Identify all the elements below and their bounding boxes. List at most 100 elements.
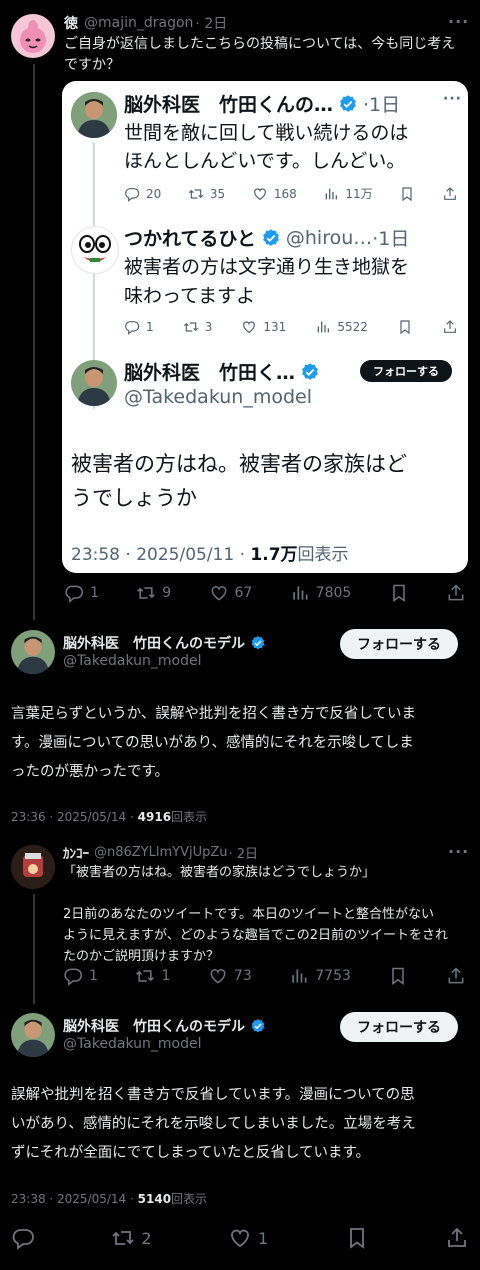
datetime[interactable]: 23:38 · 2025/05/14 · <box>11 1192 138 1206</box>
like-button[interactable]: 67 <box>209 583 252 603</box>
reply-button[interactable]: 20 <box>124 186 161 202</box>
author-name[interactable]: 脳外科医 竹田くんのモデル <box>63 1016 245 1036</box>
avatar-tsukareteru[interactable] <box>71 226 119 274</box>
bookmark-icon <box>389 583 409 603</box>
retweet-button[interactable]: 3 <box>183 319 212 335</box>
retweet-button[interactable]: 1 <box>135 966 170 986</box>
tweet-text: ご自身が返信しましたこちらの投稿については、今も同じ考え ですか？ <box>64 36 456 73</box>
verified-badge-icon <box>338 94 358 114</box>
bookmark-button[interactable] <box>397 319 413 335</box>
views-icon <box>289 966 309 986</box>
author-name[interactable]: 脳外科医 竹田くんのモデル <box>63 633 245 653</box>
bookmark-icon <box>388 966 408 986</box>
views-button[interactable]: 7805 <box>290 583 351 603</box>
author-name[interactable]: ｶﾝｺｰ <box>63 843 89 862</box>
author-name[interactable]: つかれてるひと <box>124 224 256 251</box>
reply-button[interactable]: 1 <box>64 583 99 603</box>
author-handle[interactable]: @Takedakun_model <box>63 1036 202 1052</box>
more-icon[interactable]: ··· <box>448 842 469 861</box>
retweet-icon <box>188 186 204 202</box>
share-button[interactable] <box>442 319 458 335</box>
like-button[interactable]: 131 <box>241 319 286 335</box>
share-icon <box>446 583 466 603</box>
views-icon <box>315 319 331 335</box>
author-handle[interactable]: @Takedakun_model <box>124 386 312 408</box>
reply-button[interactable]: 1 <box>63 966 98 986</box>
bookmark-button[interactable] <box>388 966 408 986</box>
follow-button[interactable]: フォローする <box>340 629 458 659</box>
tweet-text: 世間を敵に回して戦い続けるのは ほんとしんどいです。しんどい。 <box>124 122 409 172</box>
share-button[interactable] <box>445 1226 469 1250</box>
author-handle[interactable]: @Takedakun_model <box>63 653 202 669</box>
share-button[interactable] <box>446 583 466 603</box>
author-name[interactable]: 徳 <box>64 13 78 33</box>
verified-badge-icon <box>261 228 281 248</box>
retweet-button[interactable]: 9 <box>136 583 171 603</box>
views-button[interactable]: 5522 <box>315 319 368 335</box>
views-count: 5140 <box>137 1192 172 1206</box>
avatar-majin-dragon[interactable] <box>11 14 55 58</box>
avatar-takeda[interactable] <box>71 92 117 138</box>
quoted-thread-card[interactable]: 脳外科医 竹田くんの… ·1日 ··· 世間を敵に回して戦い続けるのは ほんとし… <box>62 81 468 573</box>
reply-button[interactable] <box>11 1226 35 1250</box>
thread-line <box>33 64 35 620</box>
retweet-icon <box>183 319 199 335</box>
retweet-button[interactable]: 2 <box>111 1226 152 1250</box>
bookmark-button[interactable] <box>345 1226 369 1250</box>
avatar-takeda[interactable] <box>71 360 117 406</box>
views-count: 1.7万 <box>250 545 298 565</box>
tweet-meta: 23:58 · 2025/05/11 · 1.7万回表示 <box>71 540 349 565</box>
more-icon[interactable]: ··· <box>443 91 462 107</box>
heart-icon <box>241 319 257 335</box>
tweet-actions: 1 1 73 7753 <box>63 966 466 986</box>
bookmark-button[interactable] <box>399 186 415 202</box>
avatar-kanko[interactable] <box>11 845 55 889</box>
author-name[interactable]: 脳外科医 竹田くんの… <box>124 90 333 117</box>
author-handle[interactable]: @hirou… <box>286 227 372 249</box>
tweet-text: 「被害者の方はね。被害者の家族はどうでしょうか」 2日前のあなたのツイートです。… <box>63 865 449 964</box>
share-button[interactable] <box>442 186 458 202</box>
tweet-actions: 2 1 <box>11 1226 469 1250</box>
timestamp[interactable]: · 2日 <box>229 843 259 862</box>
views-button[interactable]: 11万 <box>323 185 373 202</box>
tweet-text: 言葉足らずというか、誤解や批判を招く書き方で反省していま す。漫画についての思い… <box>11 706 416 780</box>
reply-button[interactable]: 1 <box>124 319 154 335</box>
tweet-text: 被害者の方はね。被害者の家族はど うでしょうか <box>71 452 407 510</box>
retweet-button[interactable]: 35 <box>188 186 225 202</box>
bookmark-button[interactable] <box>389 583 409 603</box>
follow-button[interactable]: フォローする <box>340 1012 458 1042</box>
like-button[interactable]: 168 <box>252 186 297 202</box>
views-label: 回表示 <box>171 810 208 824</box>
heart-icon <box>209 583 229 603</box>
follow-button[interactable]: フォローする <box>360 360 452 382</box>
verified-badge-icon <box>250 1018 266 1034</box>
datetime[interactable]: 23:58 · 2025/05/11 · <box>71 545 250 565</box>
timestamp[interactable]: ·1日 <box>372 224 409 251</box>
reply-icon <box>63 966 83 986</box>
views-button[interactable]: 7753 <box>289 966 351 986</box>
tweet-actions: 20 35 168 11万 <box>124 185 458 202</box>
tweet-meta: 23:36 · 2025/05/14 · 4916回表示 <box>11 808 207 825</box>
author-handle[interactable]: @majin_dragon <box>84 15 193 31</box>
heart-icon <box>208 966 228 986</box>
author-handle[interactable]: @n86ZYLlmYVjUpZu <box>94 845 228 860</box>
reply-icon <box>11 1226 35 1250</box>
share-icon <box>446 966 466 986</box>
share-button[interactable] <box>446 966 466 986</box>
datetime[interactable]: 23:36 · 2025/05/14 · <box>11 810 138 824</box>
views-label: 回表示 <box>297 545 349 565</box>
reply-icon <box>64 583 84 603</box>
timestamp[interactable]: · 2日 <box>195 13 227 33</box>
author-name[interactable]: 脳外科医 竹田く… <box>124 358 295 385</box>
heart-icon <box>228 1226 252 1250</box>
views-icon <box>290 583 310 603</box>
retweet-icon <box>136 583 156 603</box>
timestamp[interactable]: ·1日 <box>363 90 400 117</box>
bookmark-icon <box>399 186 415 202</box>
like-button[interactable]: 73 <box>208 966 252 986</box>
verified-badge-icon <box>250 635 266 651</box>
avatar-takeda[interactable] <box>11 1013 55 1057</box>
more-icon[interactable]: ··· <box>448 12 469 31</box>
avatar-takeda[interactable] <box>11 630 55 674</box>
like-button[interactable]: 1 <box>228 1226 268 1250</box>
